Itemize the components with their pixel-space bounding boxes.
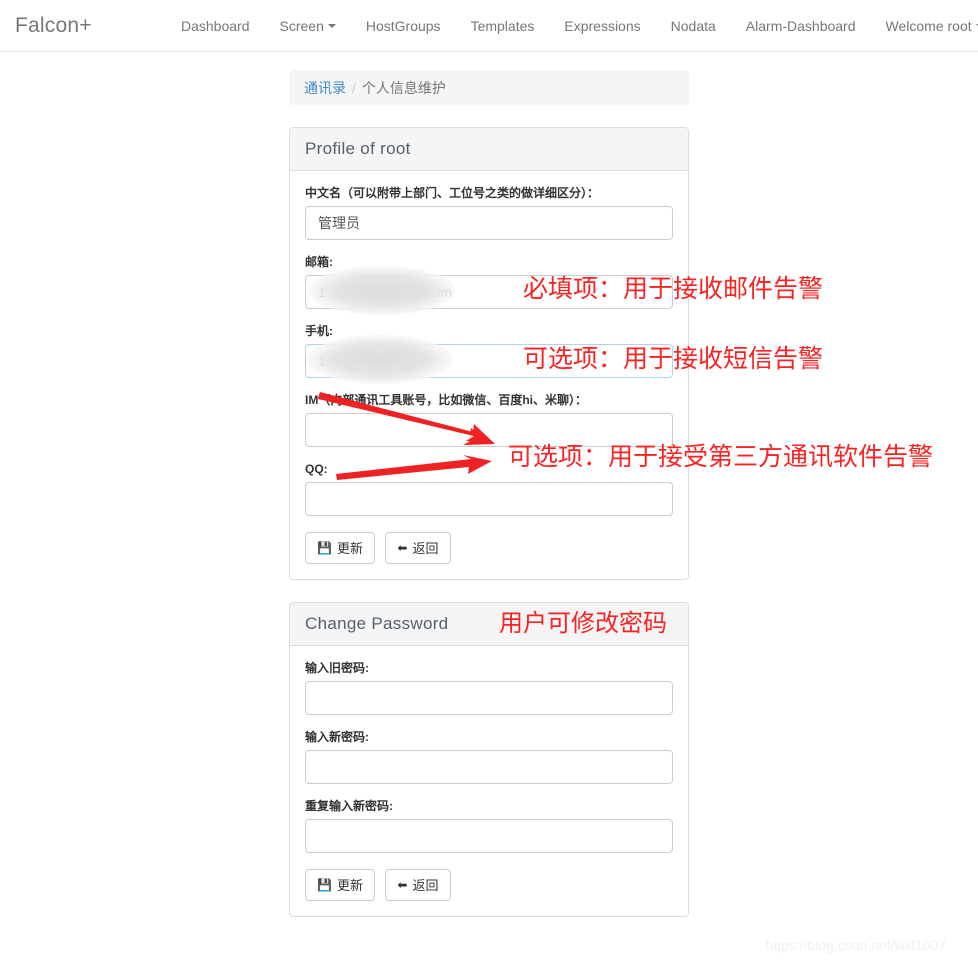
password-update-label: 更新 (336, 877, 363, 893)
nav-item-label: Nodata (670, 17, 716, 34)
nav-item-label: Templates (470, 17, 535, 34)
floppy-disk-icon: 💾 (317, 541, 332, 555)
floppy-disk-icon: 💾 (317, 878, 332, 892)
cnname-label: 中文名（可以附带上部门、工位号之类的做详细区分）： (305, 186, 600, 200)
nav-item-alarm-dashboard[interactable]: Alarm-Dashboard (731, 0, 871, 51)
password-panel-body: 输入旧密码: 输入新密码: 重复输入新密码: 💾 更新 ⬅ 返回 (290, 646, 688, 916)
breadcrumb-current: 个人信息维护 (361, 79, 446, 96)
nav-item-screen[interactable]: Screen (265, 0, 351, 51)
cnname-input[interactable] (305, 206, 673, 240)
top-navbar: Falcon+ Dashboard Screen HostGroups Temp… (0, 0, 978, 52)
password-update-button[interactable]: 💾 更新 (305, 869, 375, 901)
nav-item-label: Expressions (564, 17, 641, 34)
nav-item-label: Dashboard (181, 17, 250, 34)
annotation-im-qq-note: 可选项：用于接受第三方通讯软件告警 (508, 442, 934, 471)
qq-input[interactable] (305, 482, 673, 516)
field-group-im: IM（内部通讯工具账号，比如微信、百度hi、米聊）： (305, 392, 673, 447)
repeat-password-input[interactable] (305, 819, 673, 853)
nav-item-hostgroups[interactable]: HostGroups (351, 0, 456, 51)
password-panel: Change Password 输入旧密码: 输入新密码: 重复输入新密码: � (289, 602, 689, 917)
password-back-button[interactable]: ⬅ 返回 (385, 869, 451, 901)
field-group-new-password: 输入新密码: (305, 729, 673, 784)
nav-item-templates[interactable]: Templates (456, 0, 550, 51)
breadcrumb-link-contacts[interactable]: 通讯录 (304, 78, 346, 98)
brand-logo[interactable]: Falcon+ (15, 12, 92, 40)
nav-item-welcome-root[interactable]: Welcome root (871, 0, 978, 51)
profile-panel-body: 中文名（可以附带上部门、工位号之类的做详细区分）： 邮箱: 手机: IM (290, 171, 688, 579)
password-back-label: 返回 (412, 877, 439, 893)
repeat-password-label: 重复输入新密码: (305, 799, 393, 813)
chevron-down-icon (327, 23, 336, 28)
annotation-email-note: 必填项：用于接收邮件告警 (523, 274, 824, 303)
new-password-label: 输入新密码: (305, 730, 369, 744)
profile-back-button[interactable]: ⬅ 返回 (385, 532, 451, 564)
phone-label: 手机: (305, 324, 333, 338)
im-label: IM（内部通讯工具账号，比如微信、百度hi、米聊）： (305, 393, 587, 407)
old-password-label: 输入旧密码: (305, 661, 369, 675)
profile-update-label: 更新 (336, 540, 363, 556)
profile-back-label: 返回 (412, 540, 439, 556)
nav-links: Dashboard Screen HostGroups Templates Ex… (166, 0, 978, 51)
new-password-input[interactable] (305, 750, 673, 784)
password-button-row: 💾 更新 ⬅ 返回 (305, 869, 673, 901)
field-group-cnname: 中文名（可以附带上部门、工位号之类的做详细区分）： (305, 185, 673, 240)
nav-item-label: Welcome root (885, 17, 972, 34)
breadcrumb-separator: / (352, 79, 356, 96)
annotation-phone-note: 可选项：用于接收短信告警 (523, 344, 824, 373)
arrow-left-icon: ⬅ (397, 541, 408, 555)
profile-button-row: 💾 更新 ⬅ 返回 (305, 532, 673, 564)
nav-item-expressions[interactable]: Expressions (549, 0, 655, 51)
nav-item-label: HostGroups (365, 17, 441, 34)
nav-item-nodata[interactable]: Nodata (656, 0, 731, 51)
content-column: 通讯录 / 个人信息维护 Profile of root 中文名（可以附带上部门… (289, 70, 689, 939)
arrow-left-icon: ⬅ (397, 878, 408, 892)
nav-item-label: Alarm-Dashboard (745, 17, 856, 34)
nav-item-dashboard[interactable]: Dashboard (166, 0, 265, 51)
profile-update-button[interactable]: 💾 更新 (305, 532, 375, 564)
field-group-old-password: 输入旧密码: (305, 660, 673, 715)
old-password-input[interactable] (305, 681, 673, 715)
watermark: https://blog.csdn.net/wkl1007 (765, 937, 946, 953)
breadcrumb: 通讯录 / 个人信息维护 (289, 70, 689, 105)
page-root: Falcon+ Dashboard Screen HostGroups Temp… (0, 0, 978, 967)
email-label: 邮箱: (305, 255, 333, 269)
nav-item-label: Screen (279, 17, 324, 34)
profile-panel-title: Profile of root (290, 128, 688, 171)
annotation-password-note: 用户可修改密码 (499, 609, 667, 637)
field-group-repeat-password: 重复输入新密码: (305, 798, 673, 853)
